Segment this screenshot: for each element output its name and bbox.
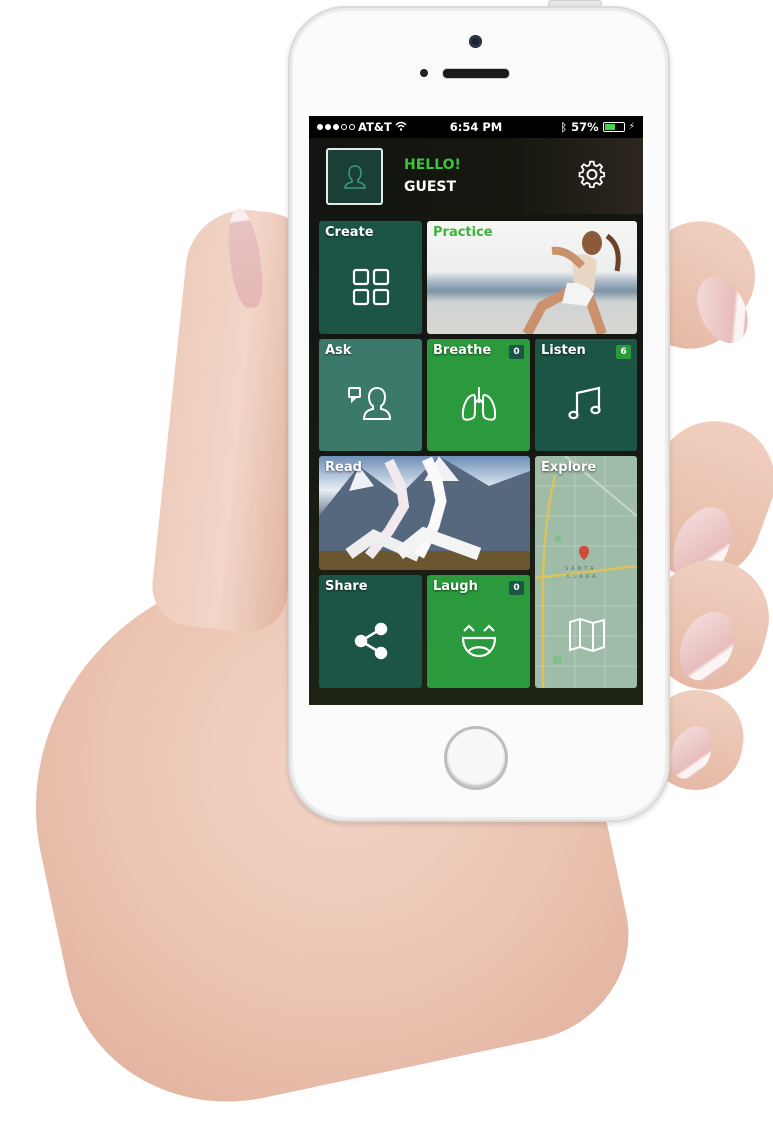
- proximity-sensor: [420, 69, 428, 77]
- lungs-icon: [461, 386, 496, 421]
- tile-share-label: Share: [325, 579, 368, 594]
- tile-breathe-label: Breathe: [433, 343, 492, 358]
- laughing-face-icon: [461, 623, 496, 657]
- avatar[interactable]: [326, 148, 383, 205]
- map-background: SANTA CLARA: [535, 456, 637, 688]
- charging-icon: ⚡: [628, 122, 635, 132]
- username-text: GUEST: [404, 179, 457, 195]
- tile-create[interactable]: Create: [319, 221, 422, 334]
- ask-person-icon: [347, 386, 391, 420]
- tile-explore-label: Explore: [541, 460, 597, 475]
- app-screen: AT&T 6:54 PM ᛒ 57% ⚡ HELLO! GUEST Create…: [309, 116, 643, 705]
- music-note-icon: [568, 386, 601, 420]
- gear-icon: [578, 160, 606, 189]
- tile-read[interactable]: Read: [319, 456, 530, 570]
- breathe-count-badge: 0: [509, 345, 524, 359]
- user-icon: [343, 164, 366, 189]
- battery-percent: 57%: [571, 120, 599, 134]
- tile-listen-label: Listen: [541, 343, 586, 358]
- tile-create-label: Create: [325, 225, 374, 240]
- listen-count-badge: 6: [616, 345, 631, 359]
- svg-text:CLARA: CLARA: [567, 574, 599, 580]
- tile-ask[interactable]: Ask: [319, 339, 422, 451]
- app-header: HELLO! GUEST: [309, 138, 643, 214]
- tile-explore[interactable]: SANTA CLARA Explore: [535, 456, 637, 688]
- grid-icon: [352, 268, 389, 305]
- tile-ask-label: Ask: [325, 343, 352, 358]
- woman-stretching-desert-photo: [522, 231, 621, 334]
- tile-practice[interactable]: Practice: [427, 221, 637, 334]
- home-button[interactable]: [444, 726, 508, 790]
- tile-laugh[interactable]: Laugh 0: [427, 575, 530, 688]
- map-city-label: SANTA: [565, 566, 597, 572]
- tile-read-label: Read: [325, 460, 362, 475]
- map-icon: [569, 618, 605, 652]
- status-right: ᛒ 57% ⚡: [561, 120, 635, 134]
- status-bar: AT&T 6:54 PM ᛒ 57% ⚡: [309, 116, 643, 138]
- battery-fill: [604, 124, 615, 130]
- tile-laugh-label: Laugh: [433, 579, 478, 594]
- battery-icon: [602, 122, 625, 132]
- front-camera: [469, 35, 482, 48]
- settings-button[interactable]: [576, 159, 608, 191]
- tile-share[interactable]: Share: [319, 575, 422, 688]
- share-icon: [354, 622, 387, 659]
- greeting-text: HELLO!: [404, 157, 461, 173]
- bluetooth-icon: ᛒ: [560, 120, 568, 134]
- tile-practice-label: Practice: [433, 225, 493, 240]
- earpiece-speaker: [442, 68, 510, 79]
- tile-breathe[interactable]: Breathe 0: [427, 339, 530, 451]
- tile-listen[interactable]: Listen 6: [535, 339, 637, 451]
- laugh-count-badge: 0: [509, 581, 524, 595]
